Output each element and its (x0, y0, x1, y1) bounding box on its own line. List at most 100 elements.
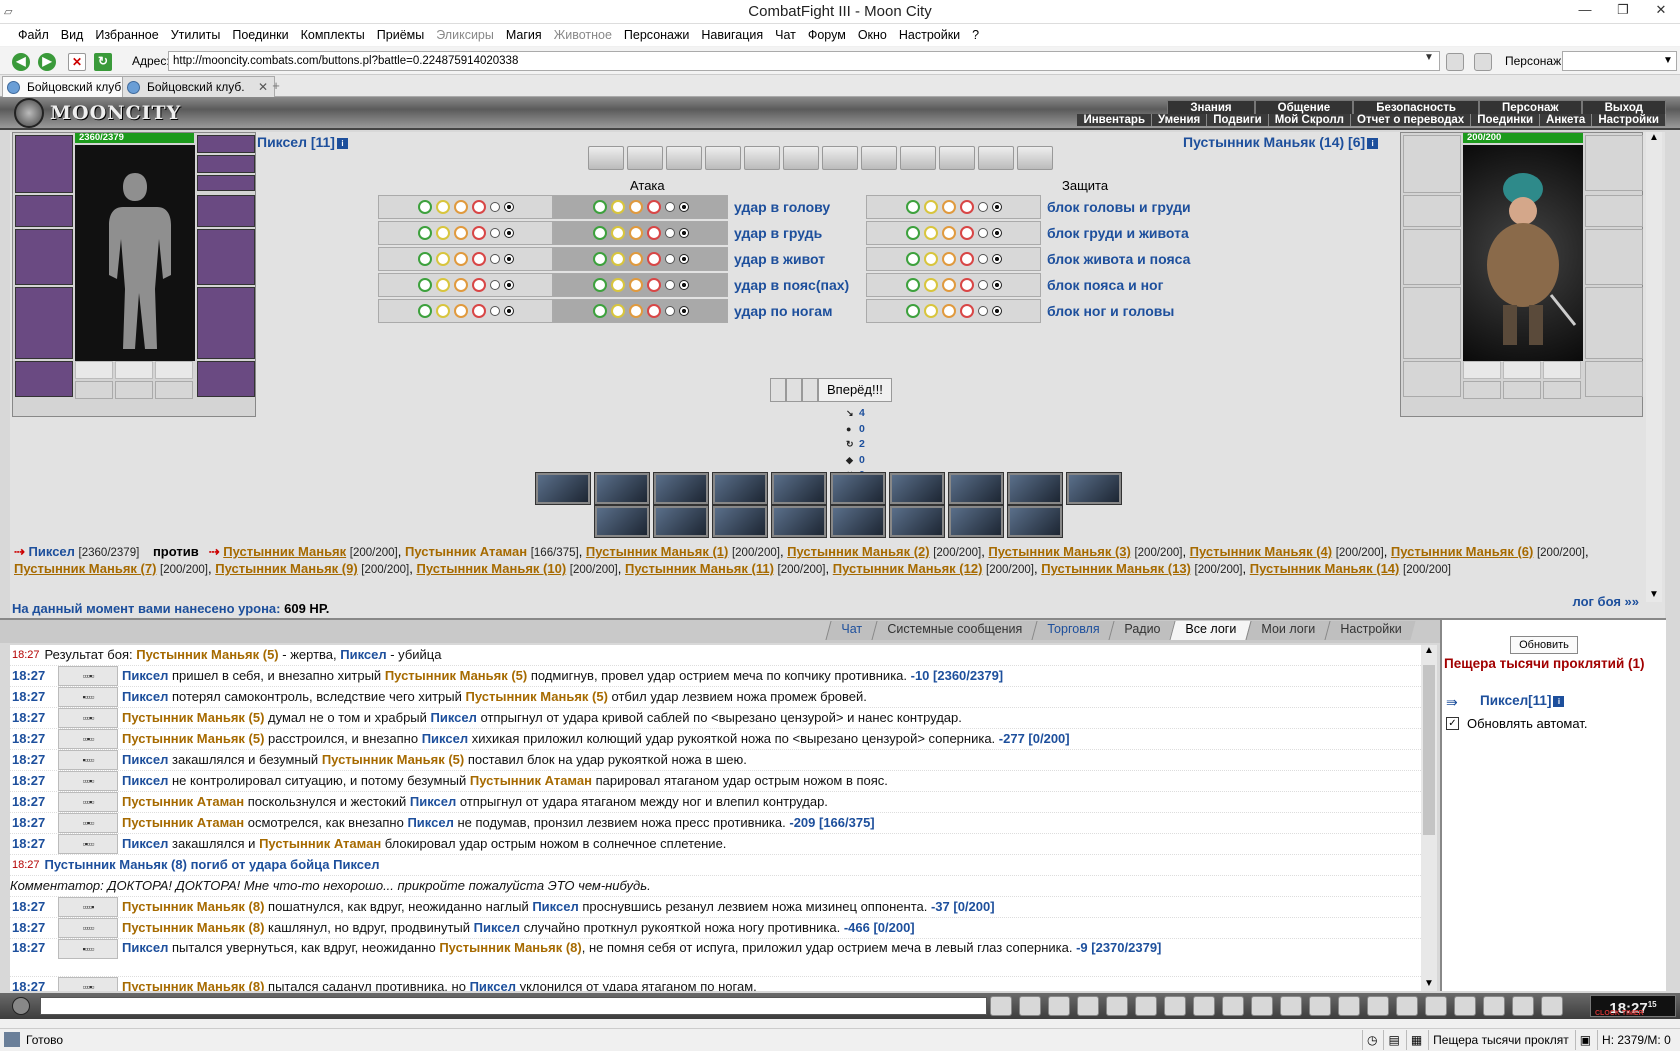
radio-icon[interactable] (610, 200, 625, 214)
chevron-down-icon[interactable]: ▼ (1424, 52, 1434, 63)
log-tab[interactable]: Системные сообщения (871, 621, 1037, 640)
zone-selector[interactable] (378, 195, 553, 219)
radio-icon[interactable] (678, 228, 689, 238)
gloves-slot[interactable] (1585, 195, 1643, 227)
log-name[interactable]: Пиксел (122, 940, 168, 955)
radio-icon[interactable] (991, 280, 1002, 290)
radio-icon[interactable] (471, 278, 486, 292)
log-tab[interactable]: Радио (1108, 621, 1175, 640)
radio-icon[interactable] (646, 304, 661, 318)
rune-slot-3[interactable] (1543, 361, 1581, 379)
occupant-entry[interactable]: Пиксел[11] i (1480, 693, 1565, 708)
radio-icon[interactable] (991, 306, 1002, 316)
toolbar-action-icon[interactable] (1164, 996, 1186, 1016)
info-icon[interactable]: i (1553, 695, 1565, 707)
scroll-slot[interactable] (744, 146, 780, 170)
radio-icon[interactable] (489, 280, 500, 290)
menu-item[interactable]: Животное (554, 28, 612, 42)
skill-icon[interactable] (830, 505, 886, 538)
participant-enemy[interactable]: Пустынник Маньяк (6) (1391, 544, 1533, 559)
radio-icon[interactable] (610, 226, 625, 240)
radio-icon[interactable] (628, 304, 643, 318)
log-tab[interactable]: Чат (825, 621, 877, 640)
skill-icon[interactable] (594, 505, 650, 538)
toolbar-action-icon[interactable] (1048, 996, 1070, 1016)
block-zone-label[interactable]: блок груди и живота (1047, 225, 1189, 241)
log-name[interactable]: Пустынник Маньяк (5) (385, 668, 527, 683)
radio-icon[interactable] (489, 228, 500, 238)
rune-slot-5[interactable] (1503, 381, 1541, 399)
participant-enemy[interactable]: Пустынник Маньяк (9) (215, 561, 357, 576)
stop-icon[interactable]: ✕ (68, 53, 86, 71)
radio-icon[interactable] (959, 252, 974, 266)
belt-slot[interactable] (15, 361, 73, 397)
radio-icon[interactable] (628, 252, 643, 266)
ring-slot-2[interactable] (197, 155, 255, 173)
radio-icon[interactable] (678, 280, 689, 290)
radio-icon[interactable] (941, 252, 956, 266)
zone-selector[interactable] (866, 221, 1041, 245)
radio-icon[interactable] (503, 254, 514, 264)
log-name[interactable]: Пустынник Маньяк (8) (439, 940, 581, 955)
menu-item[interactable]: Поединки (232, 28, 288, 42)
radio-icon[interactable] (959, 226, 974, 240)
radio-icon[interactable] (664, 280, 675, 290)
radio-icon[interactable] (471, 252, 486, 266)
menu-item[interactable]: Магия (506, 28, 542, 42)
refresh-icon[interactable]: ↻ (94, 53, 112, 71)
radio-icon[interactable] (941, 226, 956, 240)
nav-bottom-item[interactable]: Настройки (1592, 114, 1666, 126)
radio-icon[interactable] (923, 252, 938, 266)
zone-selector[interactable] (866, 299, 1041, 323)
radio-icon[interactable] (941, 278, 956, 292)
scroll-slot[interactable] (783, 146, 819, 170)
attack-zone-label[interactable]: удар в грудь (734, 225, 864, 241)
chat-input[interactable] (40, 997, 987, 1015)
radio-icon[interactable] (905, 200, 920, 214)
info-icon[interactable]: i (1367, 137, 1379, 149)
radio-icon[interactable] (905, 226, 920, 240)
log-name[interactable]: Пустынник Атаман (259, 836, 381, 851)
rune-slot-6[interactable] (1543, 381, 1581, 399)
menu-item[interactable]: Окно (858, 28, 887, 42)
ring-slot[interactable] (1585, 135, 1643, 191)
boots-slot[interactable] (197, 361, 255, 397)
weapon-slot[interactable] (15, 229, 73, 285)
nav-bottom-item[interactable]: Инвентарь (1077, 114, 1153, 126)
radio-icon[interactable] (453, 278, 468, 292)
toolbar-action-icon[interactable] (1077, 996, 1099, 1016)
participant-enemy[interactable]: Пустынник Атаман (405, 544, 527, 559)
zone-selector[interactable] (553, 273, 728, 297)
radio-icon[interactable] (417, 278, 432, 292)
radio-icon[interactable] (959, 200, 974, 214)
zone-selector[interactable] (553, 247, 728, 271)
helmet-slot[interactable] (1403, 135, 1461, 193)
radio-icon[interactable] (678, 254, 689, 264)
log-name[interactable]: Пустынник Маньяк (5) (136, 647, 278, 662)
radio-icon[interactable] (991, 202, 1002, 212)
log-name[interactable]: Пустынник Атаман (122, 815, 244, 830)
radio-icon[interactable] (923, 278, 938, 292)
log-name[interactable]: Пиксел (474, 920, 520, 935)
toolbar-action-icon[interactable] (1193, 996, 1215, 1016)
radio-icon[interactable] (646, 278, 661, 292)
rune-slot-6[interactable] (155, 381, 193, 399)
radio-icon[interactable] (941, 304, 956, 318)
radio-icon[interactable] (417, 304, 432, 318)
scroll-slot[interactable] (978, 146, 1014, 170)
menu-item[interactable]: Форум (808, 28, 846, 42)
toolbar-action-icon[interactable] (1019, 996, 1041, 1016)
radio-icon[interactable] (959, 278, 974, 292)
rune-slot-2[interactable] (115, 361, 153, 379)
helmet-slot[interactable] (15, 135, 73, 193)
scroll-slot[interactable] (666, 146, 702, 170)
scroll-slot[interactable] (588, 146, 624, 170)
scroll-slot[interactable] (705, 146, 741, 170)
radio-icon[interactable] (471, 226, 486, 240)
radio-icon[interactable] (678, 306, 689, 316)
ring-slot-3[interactable] (197, 175, 255, 191)
skill-icon[interactable] (535, 472, 591, 505)
toolbar-action-icon[interactable] (1106, 996, 1128, 1016)
radio-icon[interactable] (417, 200, 432, 214)
nav-bottom-item[interactable]: Мой Скролл (1268, 114, 1351, 126)
